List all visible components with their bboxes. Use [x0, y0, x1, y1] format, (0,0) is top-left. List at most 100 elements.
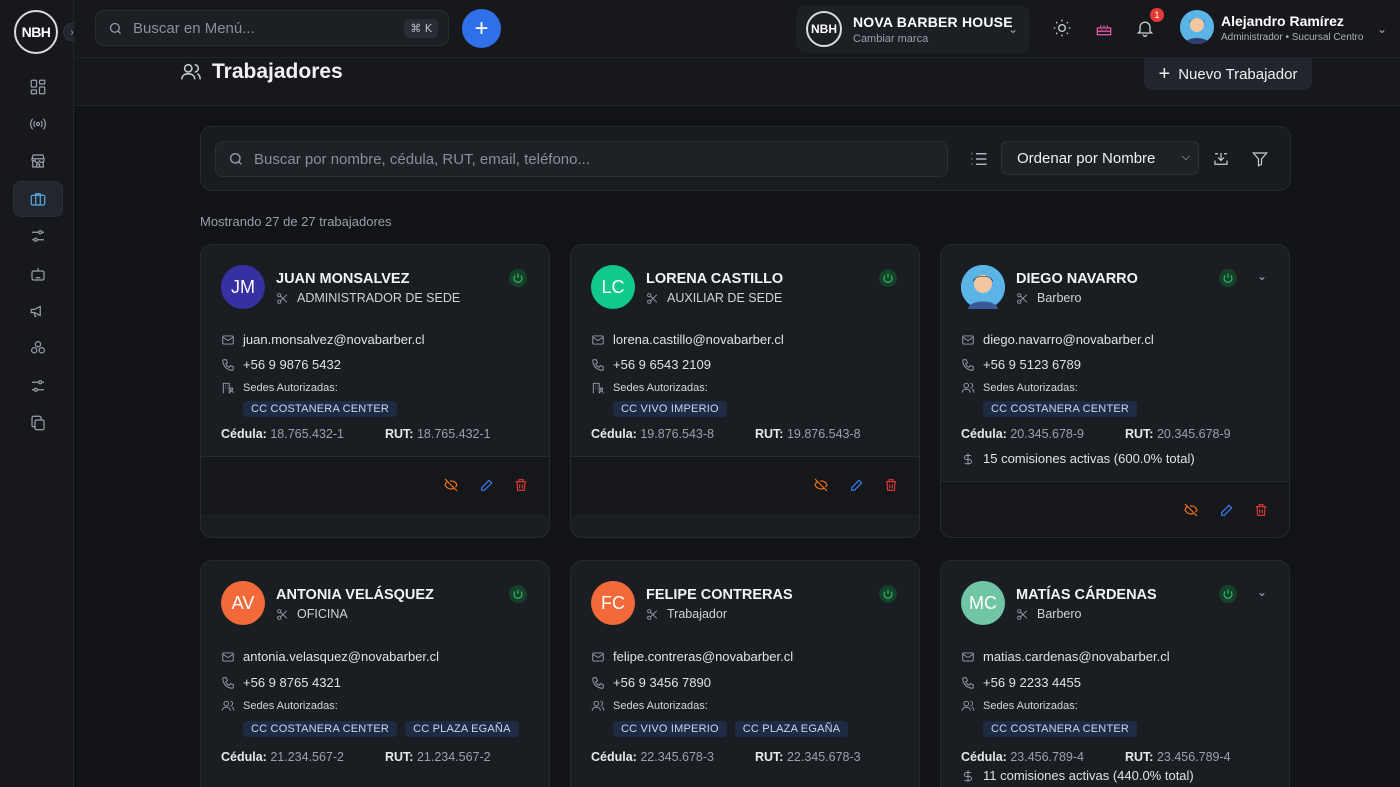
worker-search[interactable] — [215, 141, 948, 177]
app-logo[interactable]: NBH — [14, 10, 58, 54]
sidebar-item-dashboard[interactable] — [13, 69, 63, 105]
worker-card[interactable]: FC FELIPE CONTRERAS Trabajador felipe.contr… — [570, 560, 920, 787]
pencil-icon — [481, 479, 493, 491]
worker-card[interactable]: LC LORENA CASTILLO AUXILIAR DE SEDE lorena.… — [570, 244, 920, 538]
deactivate-button[interactable] — [813, 477, 829, 493]
sidebar-item-live[interactable] — [13, 106, 63, 142]
card-actions — [941, 481, 1289, 537]
mail-icon — [962, 651, 974, 662]
worker-phone: +56 9 2233 4455 — [961, 675, 1081, 690]
sidebar-item-config[interactable] — [13, 368, 63, 404]
trash-icon — [885, 479, 897, 491]
brand-switcher[interactable]: NBH NOVA BARBER HOUSE Cambiar marca ⌄ — [796, 5, 1030, 53]
worker-card[interactable]: JM JUAN MONSALVEZ ADMINISTRADOR DE SEDE jua… — [200, 244, 550, 538]
eye-off-icon — [814, 478, 828, 492]
worker-card[interactable]: AV ANTONIA VELÁSQUEZ OFICINA antonia.velasq… — [200, 560, 550, 787]
plus-icon: + — [1158, 63, 1171, 85]
theme-toggle-button[interactable] — [1052, 18, 1072, 38]
sidebar-item-documents[interactable] — [13, 405, 63, 441]
active-status-button[interactable] — [509, 585, 527, 603]
quick-add-button[interactable]: + — [462, 9, 501, 48]
dashboard-icon — [30, 79, 46, 95]
edit-button[interactable] — [479, 477, 495, 493]
worker-cedula: Cédula: 23.456.789-4 — [961, 750, 1085, 764]
scissors-icon — [1017, 292, 1028, 304]
sidebar-item-store[interactable] — [13, 143, 63, 179]
mail-icon — [592, 651, 604, 662]
active-status-button[interactable] — [1219, 269, 1237, 287]
power-icon — [883, 589, 893, 599]
sidebar-item-bot[interactable] — [13, 256, 63, 292]
sede-tag: CC COSTANERA CENTER — [243, 721, 398, 737]
worker-card[interactable]: DIEGO NAVARRO Barbero ⌄ diego.navarro@novab… — [940, 244, 1290, 538]
worker-phone: +56 9 6543 2109 — [591, 357, 711, 372]
chevron-down-icon[interactable]: ⌄ — [1257, 585, 1267, 599]
bell-icon — [1136, 21, 1154, 37]
delete-button[interactable] — [883, 477, 899, 493]
mail-icon — [222, 651, 234, 662]
worker-cedula: Cédula: 19.876.543-8 — [591, 427, 715, 441]
power-icon — [513, 273, 523, 283]
delete-button[interactable] — [513, 477, 529, 493]
active-status-button[interactable] — [879, 269, 897, 287]
menu-search-input[interactable] — [133, 19, 393, 37]
power-icon — [1223, 589, 1233, 599]
sort-select[interactable]: Ordenar por Nombre ⌵ — [1001, 141, 1199, 175]
page-title: Trabajadores — [180, 60, 343, 84]
filter-button[interactable] — [1251, 150, 1269, 173]
list-view-button[interactable] — [970, 151, 988, 172]
robot-icon — [31, 268, 45, 281]
sede-tag: CC PLAZA EGAÑA — [405, 721, 519, 737]
active-status-button[interactable] — [509, 269, 527, 287]
worker-name: FELIPE CONTRERAS — [646, 587, 793, 603]
shortcut-hint: ⌘ K — [404, 19, 438, 38]
mail-icon — [962, 334, 974, 345]
worker-card[interactable]: MC MATÍAS CÁRDENAS Barbero ⌄ matias.cardenas… — [940, 560, 1290, 787]
worker-name: MATÍAS CÁRDENAS — [1016, 587, 1157, 603]
deactivate-button[interactable] — [443, 477, 459, 493]
active-status-button[interactable] — [1219, 585, 1237, 603]
chevron-down-icon: ⌵ — [1181, 151, 1190, 163]
sede-tags: CC VIVO IMPERIO CC PLAZA EGAÑA — [613, 721, 849, 737]
sidebar-item-marketing[interactable] — [13, 293, 63, 329]
edit-button[interactable] — [1219, 502, 1235, 518]
copy-icon — [31, 415, 45, 431]
worker-rut: RUT: 21.234.567-2 — [385, 750, 491, 764]
sede-tags: CC COSTANERA CENTER — [983, 401, 1138, 417]
delete-button[interactable] — [1253, 502, 1269, 518]
worker-name: DIEGO NAVARRO — [1016, 271, 1138, 287]
chevron-down-icon[interactable]: ⌄ — [1257, 269, 1267, 283]
sliders-icon — [32, 230, 44, 242]
worker-role: Barbero — [1016, 607, 1081, 621]
results-count: Mostrando 27 de 27 trabajadores — [200, 214, 392, 229]
edit-button[interactable] — [849, 477, 865, 493]
export-button[interactable] — [1212, 150, 1230, 173]
worker-email: diego.navarro@novabarber.cl — [961, 332, 1154, 347]
notifications-button[interactable] — [1135, 18, 1155, 38]
sidebar: NBH › — [0, 0, 81, 787]
list-icon — [971, 153, 987, 165]
sede-tag: CC COSTANERA CENTER — [983, 401, 1138, 417]
deactivate-button[interactable] — [1183, 502, 1199, 518]
sidebar-item-integrations[interactable] — [13, 330, 63, 366]
menu-search[interactable]: ⌘ K — [95, 10, 449, 46]
worker-search-input[interactable] — [254, 150, 904, 168]
settings-sliders-icon — [32, 380, 44, 392]
sidebar-item-workers[interactable] — [13, 181, 63, 217]
worker-phone: +56 9 8765 4321 — [221, 675, 341, 690]
sidebar-item-settings[interactable] — [13, 218, 63, 254]
dollar-icon — [964, 452, 972, 465]
worker-avatar — [961, 265, 1005, 309]
sede-tag: CC VIVO IMPERIO — [613, 401, 727, 417]
birthday-button[interactable] — [1094, 18, 1114, 38]
phone-icon — [592, 676, 604, 689]
sede-tag: CC COSTANERA CENTER — [243, 401, 398, 417]
filter-panel: Ordenar por Nombre ⌵ — [200, 126, 1291, 191]
new-worker-button[interactable]: + Nuevo Trabajador — [1144, 58, 1312, 90]
sede-tags: CC COSTANERA CENTER — [243, 401, 398, 417]
active-status-button[interactable] — [879, 585, 897, 603]
card-actions — [571, 456, 919, 514]
worker-role: Barbero — [1016, 291, 1081, 305]
briefcase-icon — [30, 193, 46, 206]
worker-avatar: MC — [961, 581, 1005, 625]
